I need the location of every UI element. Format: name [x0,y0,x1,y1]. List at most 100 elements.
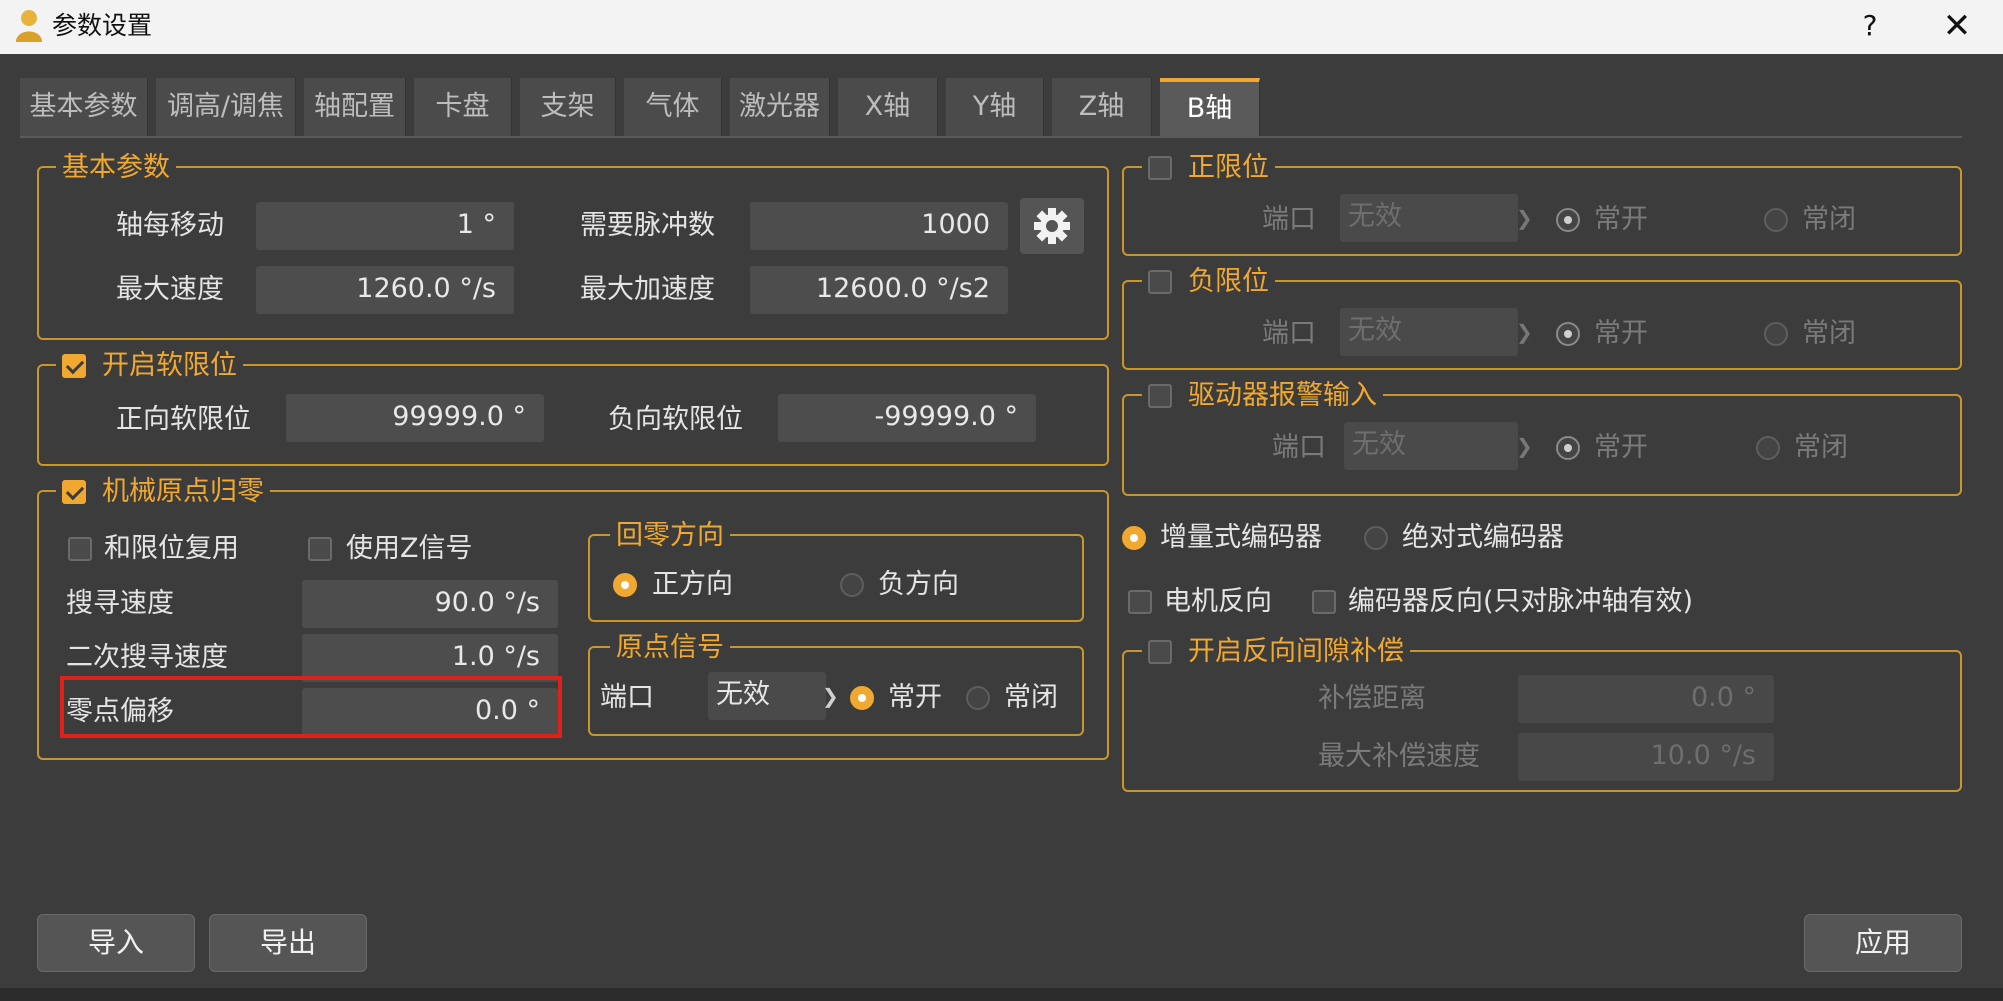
tab-z-axis[interactable]: Z轴 [1052,78,1152,136]
title-bar [0,0,2003,54]
origin-port-label: 端口 [600,682,654,713]
reuse-limit-label: 和限位复用 [104,533,239,564]
neg-limit-port-select[interactable]: 无效 [1340,308,1518,356]
tab-basic-params[interactable]: 基本参数 [20,78,148,136]
use-z-checkbox[interactable] [308,537,332,561]
basic-params-legend: 基本参数 [56,150,176,186]
encoder-reverse-checkbox[interactable] [1312,590,1336,614]
soft-limit-checkbox[interactable] [62,354,86,378]
pos-limit-checkbox[interactable] [1148,156,1172,180]
pos-limit-port-label: 端口 [1262,204,1316,235]
search-speed-label: 搜寻速度 [66,588,174,619]
neg-limit-no-radio[interactable] [1556,322,1580,346]
incremental-encoder-radio[interactable] [1122,526,1146,550]
highlight-box [60,676,562,738]
chevron-down-icon: ❯ [822,684,839,708]
use-z-label: 使用Z信号 [346,533,473,564]
reuse-limit-checkbox[interactable] [68,537,92,561]
pos-limit-no-radio[interactable] [1556,208,1580,232]
neg-limit-port-label: 端口 [1262,318,1316,349]
pos-limit-no-label: 常开 [1594,204,1648,235]
alarm-checkbox[interactable] [1148,384,1172,408]
pos-limit-nc-label: 常闭 [1802,204,1856,235]
motor-reverse-checkbox[interactable] [1128,590,1152,614]
backlash-distance-input[interactable]: 0.0 ° [1518,675,1774,723]
help-button[interactable]: ? [1850,6,1890,46]
soft-limit-legend: 开启软限位 [56,348,243,384]
neg-limit-nc-label: 常闭 [1802,318,1856,349]
import-button[interactable]: 导入 [37,914,195,972]
backlash-speed-label: 最大补偿速度 [1318,741,1480,772]
move-input[interactable]: 1 ° [256,202,514,250]
neg-limit-no-label: 常开 [1594,318,1648,349]
alarm-port-label: 端口 [1272,432,1326,463]
backlash-title: 开启反向间隙补偿 [1188,636,1404,667]
alarm-title: 驱动器报警输入 [1188,380,1377,411]
max-acc-input[interactable]: 12600.0 °/s2 [750,266,1008,314]
alarm-nc-label: 常闭 [1794,432,1848,463]
alarm-no-label: 常开 [1594,432,1648,463]
tab-b-axis[interactable]: B轴 [1160,78,1260,136]
home-direction-legend: 回零方向 [610,518,730,554]
alarm-port-select[interactable]: 无效 [1344,422,1518,470]
tab-chuck[interactable]: 卡盘 [414,78,512,136]
pulse-input[interactable]: 1000 [750,202,1008,250]
tab-height-focus[interactable]: 调高/调焦 [156,78,296,136]
positive-direction-radio[interactable] [613,573,637,597]
close-button[interactable]: ✕ [1935,4,1979,48]
alarm-no-radio[interactable] [1556,436,1580,460]
tab-laser[interactable]: 激光器 [730,78,830,136]
origin-port-select[interactable]: 无效 [708,672,826,720]
tab-gas[interactable]: 气体 [624,78,722,136]
second-speed-label: 二次搜寻速度 [66,642,228,673]
app-user-icon [14,8,44,44]
move-label: 轴每移动 [116,210,224,241]
pos-limit-nc-radio[interactable] [1764,208,1788,232]
origin-nc-radio[interactable] [966,686,990,710]
neg-soft-limit-input[interactable]: -99999.0 ° [778,394,1036,442]
chevron-down-icon: ❯ [1516,206,1533,230]
alarm-legend: 驱动器报警输入 [1142,378,1383,414]
pos-limit-legend: 正限位 [1142,150,1275,186]
background-strip [0,988,2003,1001]
window-title: 参数设置 [52,11,153,40]
backlash-checkbox[interactable] [1148,640,1172,664]
tab-divider [20,136,1962,138]
backlash-speed-input[interactable]: 10.0 °/s [1518,733,1774,781]
origin-signal-legend: 原点信号 [610,630,730,666]
max-speed-label: 最大速度 [116,274,224,305]
soft-limit-title: 开启软限位 [102,350,237,381]
origin-nc-label: 常闭 [1004,682,1058,713]
tab-axis-config[interactable]: 轴配置 [304,78,406,136]
chevron-down-icon: ❯ [1516,320,1533,344]
neg-limit-nc-radio[interactable] [1764,322,1788,346]
origin-no-label: 常开 [888,682,942,713]
search-speed-input[interactable]: 90.0 °/s [302,580,558,628]
pos-soft-limit-input[interactable]: 99999.0 ° [286,394,544,442]
positive-direction-label: 正方向 [652,569,733,600]
backlash-distance-label: 补偿距离 [1318,683,1426,714]
alarm-nc-radio[interactable] [1756,436,1780,460]
homing-checkbox[interactable] [62,480,86,504]
motor-reverse-label: 电机反向 [1164,586,1272,617]
incremental-encoder-label: 增量式编码器 [1160,522,1322,553]
chevron-down-icon: ❯ [1516,434,1533,458]
tab-x-axis[interactable]: X轴 [838,78,938,136]
gear-icon [1034,208,1070,244]
second-speed-input[interactable]: 1.0 °/s [302,634,558,682]
apply-button[interactable]: 应用 [1804,914,1962,972]
max-speed-input[interactable]: 1260.0 °/s [256,266,514,314]
pos-limit-port-select[interactable]: 无效 [1340,194,1518,242]
tab-y-axis[interactable]: Y轴 [946,78,1044,136]
export-button[interactable]: 导出 [209,914,367,972]
gear-button[interactable] [1020,198,1084,254]
homing-title: 机械原点归零 [102,476,264,507]
negative-direction-label: 负方向 [878,569,959,600]
origin-no-radio[interactable] [850,686,874,710]
negative-direction-radio[interactable] [840,573,864,597]
homing-legend: 机械原点归零 [56,474,270,510]
tab-support[interactable]: 支架 [520,78,616,136]
pulse-label: 需要脉冲数 [580,210,715,241]
absolute-encoder-radio[interactable] [1364,526,1388,550]
neg-limit-checkbox[interactable] [1148,270,1172,294]
